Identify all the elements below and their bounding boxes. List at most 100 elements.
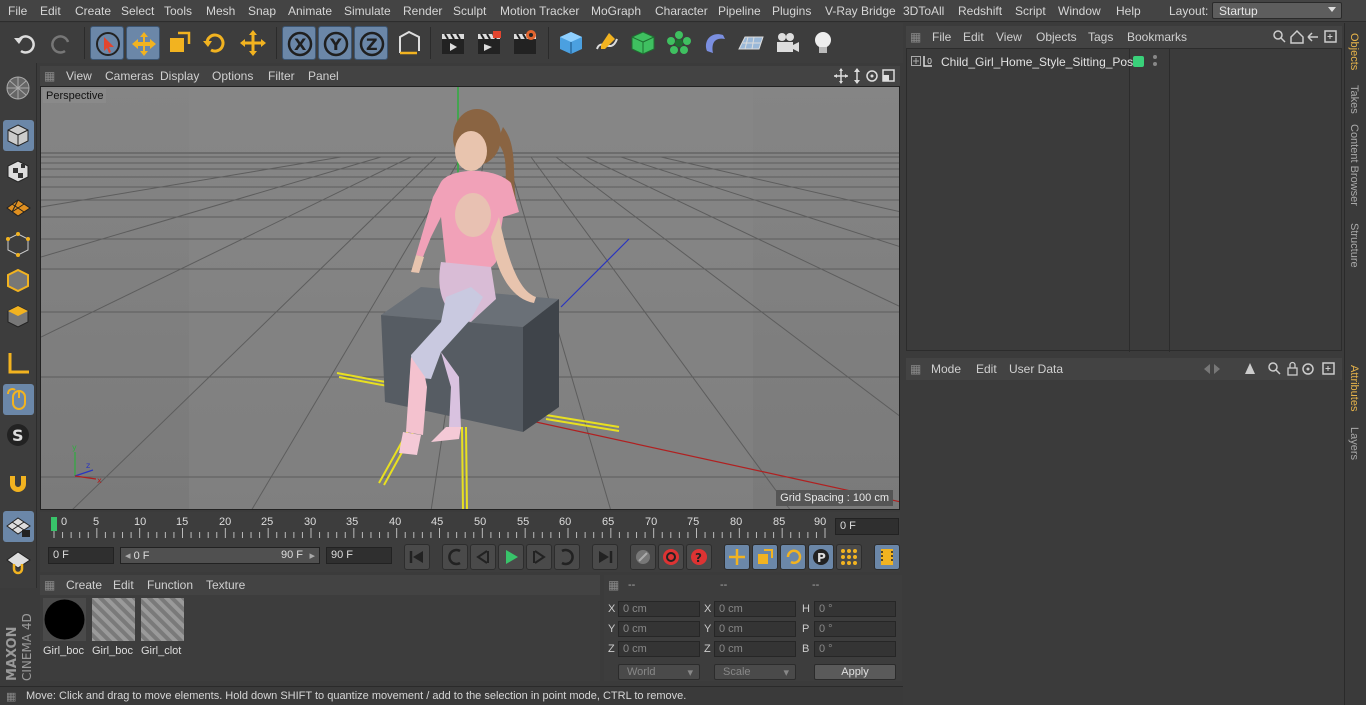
menu-pipeline[interactable]: Pipeline bbox=[718, 4, 761, 18]
size-mode-select[interactable]: Scale ▾ bbox=[714, 664, 796, 680]
menu-character[interactable]: Character bbox=[655, 4, 708, 18]
tab-structure[interactable]: Structure bbox=[1348, 223, 1360, 268]
pointer-up-icon[interactable] bbox=[1245, 363, 1255, 374]
menu-snap[interactable]: Snap bbox=[248, 4, 276, 18]
object-menu-tags[interactable]: Tags bbox=[1088, 30, 1113, 44]
menu-vray-bridge[interactable]: V-Ray Bridge bbox=[825, 4, 896, 18]
menu-help[interactable]: Help bbox=[1116, 4, 1141, 18]
go-to-end-button[interactable] bbox=[592, 544, 618, 570]
tab-takes[interactable]: Takes bbox=[1348, 85, 1360, 114]
go-to-start-button[interactable] bbox=[404, 544, 430, 570]
object-menu-bookmarks[interactable]: Bookmarks bbox=[1127, 30, 1187, 44]
size-x-field[interactable]: 0 cm bbox=[714, 601, 796, 617]
solo-mode-button[interactable]: S bbox=[3, 420, 34, 451]
rotation-h-field[interactable]: 0 ° bbox=[814, 601, 896, 617]
back-arrow-icon[interactable] bbox=[1307, 32, 1318, 42]
record-active-objects-button[interactable] bbox=[658, 544, 684, 570]
position-x-field[interactable]: 0 cm bbox=[618, 601, 700, 617]
material-menu-texture[interactable]: Texture bbox=[206, 578, 245, 592]
points-mode-button[interactable] bbox=[3, 229, 34, 260]
coordinate-system-button[interactable] bbox=[392, 26, 426, 60]
menu-tools[interactable]: Tools bbox=[164, 4, 192, 18]
cloner-button[interactable] bbox=[662, 26, 696, 60]
rotation-p-field[interactable]: 0 ° bbox=[814, 621, 896, 637]
start-frame-field[interactable]: 0 F bbox=[48, 547, 114, 564]
pan-icon[interactable] bbox=[834, 68, 848, 84]
record-position-button[interactable] bbox=[630, 544, 656, 570]
menu-create[interactable]: Create bbox=[75, 4, 111, 18]
tab-objects[interactable]: Objects bbox=[1348, 33, 1360, 70]
attribute-menu-user-data[interactable]: User Data bbox=[1009, 362, 1063, 376]
dolly-icon[interactable] bbox=[854, 68, 860, 84]
orbit-icon[interactable] bbox=[866, 70, 878, 82]
previous-frame-button[interactable] bbox=[470, 544, 496, 570]
object-row[interactable]: 0 Child_Girl_Home_Style_Sitting_Pose bbox=[907, 51, 1343, 71]
render-settings-button[interactable] bbox=[508, 26, 542, 60]
apply-button[interactable]: Apply bbox=[814, 664, 896, 680]
z-axis-lock-button[interactable]: Z bbox=[354, 26, 388, 60]
new-window-icon[interactable] bbox=[1322, 362, 1335, 375]
model-mode-button[interactable] bbox=[3, 120, 34, 151]
pen-spline-button[interactable] bbox=[590, 26, 624, 60]
visibility-dots-icon[interactable] bbox=[1151, 54, 1159, 68]
snap-button[interactable] bbox=[3, 468, 34, 499]
position-y-field[interactable]: 0 cm bbox=[618, 621, 700, 637]
render-to-picture-viewer-button[interactable] bbox=[472, 26, 506, 60]
menu-script[interactable]: Script bbox=[1015, 4, 1046, 18]
object-menu-objects[interactable]: Objects bbox=[1036, 30, 1077, 44]
viewport-camera-label[interactable]: Perspective bbox=[43, 89, 107, 103]
menu-window[interactable]: Window bbox=[1058, 4, 1101, 18]
tab-layers[interactable]: Layers bbox=[1348, 427, 1360, 460]
maximize-view-icon[interactable] bbox=[882, 69, 895, 82]
tweak-mode-button[interactable] bbox=[3, 384, 34, 415]
autokeying-button[interactable]: ? bbox=[686, 544, 712, 570]
menu-mograph[interactable]: MoGraph bbox=[591, 4, 641, 18]
live-selection-button[interactable] bbox=[90, 26, 124, 60]
play-button[interactable] bbox=[498, 544, 524, 570]
home-icon[interactable] bbox=[1290, 29, 1304, 44]
search-icon[interactable] bbox=[1273, 30, 1286, 43]
menu-plugins[interactable]: Plugins bbox=[772, 4, 811, 18]
undo-button[interactable] bbox=[8, 26, 42, 60]
light-button[interactable] bbox=[806, 26, 840, 60]
object-menu-file[interactable]: File bbox=[932, 30, 951, 44]
axis-mode-button[interactable] bbox=[3, 348, 34, 379]
subdivision-surface-button[interactable] bbox=[626, 26, 660, 60]
timeline-window-button[interactable] bbox=[874, 544, 900, 570]
attribute-menu-mode[interactable]: Mode bbox=[931, 362, 961, 376]
menu-render[interactable]: Render bbox=[403, 4, 442, 18]
attribute-menu-edit[interactable]: Edit bbox=[976, 362, 997, 376]
menu-edit[interactable]: Edit bbox=[40, 4, 61, 18]
menu-motion-tracker[interactable]: Motion Tracker bbox=[500, 4, 579, 18]
menu-redshift[interactable]: Redshift bbox=[958, 4, 1002, 18]
key-parameter-toggle[interactable]: P bbox=[808, 544, 834, 570]
material-item[interactable]: Girl_clot bbox=[139, 598, 185, 658]
move-tool-button[interactable] bbox=[126, 26, 160, 60]
polygons-mode-button[interactable] bbox=[3, 301, 34, 332]
tab-content-browser[interactable]: Content Browser bbox=[1348, 124, 1360, 206]
edges-mode-button[interactable] bbox=[3, 265, 34, 296]
menu-simulate[interactable]: Simulate bbox=[344, 4, 391, 18]
playhead[interactable] bbox=[51, 517, 57, 531]
menu-3dtoall[interactable]: 3DToAll bbox=[903, 4, 944, 18]
texture-mode-button[interactable] bbox=[3, 156, 34, 187]
position-z-field[interactable]: 0 cm bbox=[618, 641, 700, 657]
object-menu-edit[interactable]: Edit bbox=[963, 30, 984, 44]
material-menu-edit[interactable]: Edit bbox=[113, 578, 134, 592]
material-menu-function[interactable]: Function bbox=[147, 578, 193, 592]
lock-icon[interactable] bbox=[1287, 361, 1298, 376]
material-item[interactable]: Girl_boc bbox=[41, 598, 87, 658]
transform-tool-button[interactable] bbox=[236, 26, 270, 60]
workplane-lock-button[interactable] bbox=[3, 511, 34, 542]
menu-sculpt[interactable]: Sculpt bbox=[453, 4, 486, 18]
coordinate-space-select[interactable]: World ▾ bbox=[618, 664, 700, 680]
rotation-b-field[interactable]: 0 ° bbox=[814, 641, 896, 657]
redo-button[interactable] bbox=[44, 26, 78, 60]
cube-primitive-button[interactable] bbox=[554, 26, 588, 60]
viewport-menu-cameras[interactable]: Cameras bbox=[105, 69, 154, 83]
size-y-field[interactable]: 0 cm bbox=[714, 621, 796, 637]
deformer-button[interactable] bbox=[698, 26, 732, 60]
menu-file[interactable]: File bbox=[8, 4, 27, 18]
workplane-mode-button[interactable] bbox=[3, 192, 34, 223]
end-frame-field[interactable]: 90 F bbox=[326, 547, 392, 564]
